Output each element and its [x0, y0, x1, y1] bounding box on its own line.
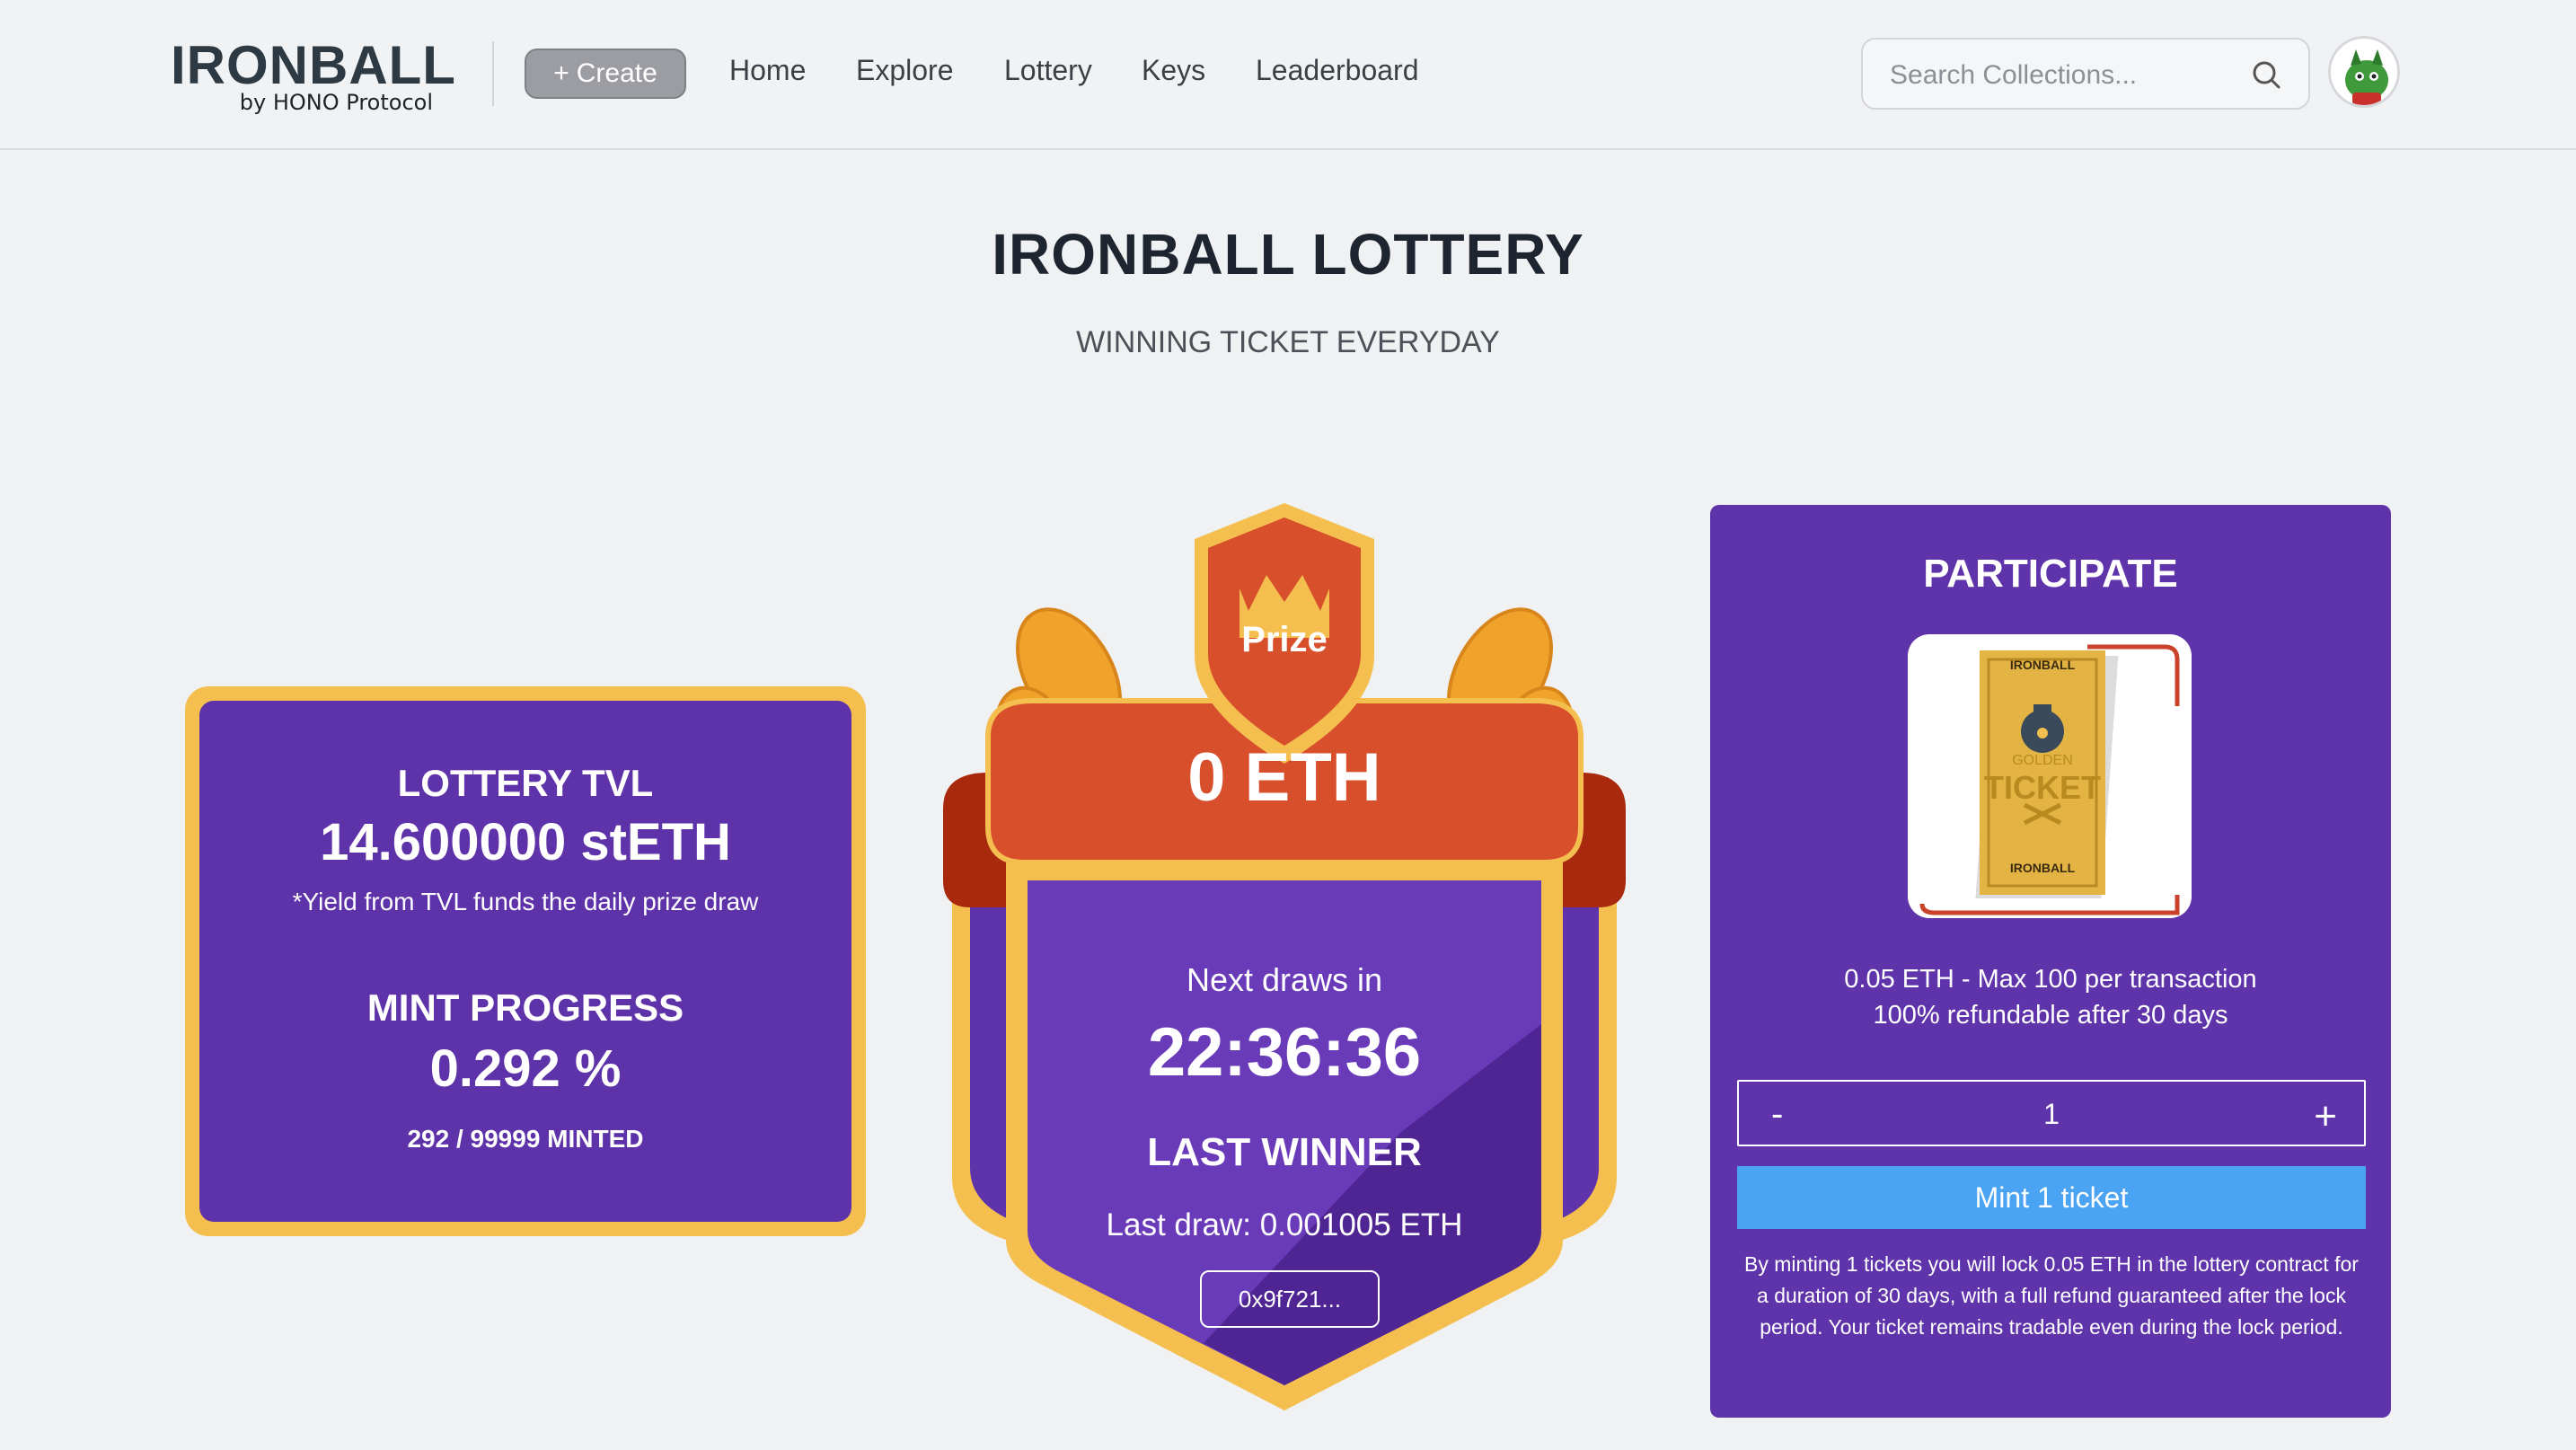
tvl-label: LOTTERY TVL	[397, 762, 654, 804]
prize-badge: Prize 0 ETH Next draws in 22:36:36 LAST …	[934, 503, 1635, 1419]
search-box	[1861, 38, 2310, 110]
page-title: IRONBALL LOTTERY	[992, 222, 1584, 287]
create-button[interactable]: + Create	[525, 49, 686, 99]
ticket-brand-bottom: IRONBALL	[2009, 861, 2076, 875]
logo-title: IRONBALL	[171, 35, 456, 95]
tvl-value: 14.600000 stETH	[320, 813, 731, 871]
last-winner-label: LAST WINNER	[1147, 1130, 1422, 1174]
nav-divider	[492, 41, 494, 106]
nav-link-leaderboard[interactable]: Leaderboard	[1256, 54, 1418, 87]
page-subtitle: WINNING TICKET EVERYDAY	[1076, 325, 1500, 359]
nav-link-home[interactable]: Home	[729, 54, 806, 87]
mint-ticket-button[interactable]: Mint 1 ticket	[1737, 1166, 2366, 1229]
increase-button[interactable]: +	[2314, 1094, 2337, 1139]
ticket-golden: GOLDEN	[2012, 753, 2073, 768]
next-draw-label: Next draws in	[1186, 961, 1383, 998]
user-avatar[interactable]	[2328, 36, 2400, 108]
participate-title: PARTICIPATE	[1923, 552, 2178, 596]
plus-icon: +	[553, 58, 569, 88]
draw-countdown: 22:36:36	[1147, 1014, 1422, 1091]
tvl-note: *Yield from TVL funds the daily prize dr…	[292, 888, 759, 915]
ironball-logo[interactable]: IRONBALL by HONO Protocol	[171, 34, 455, 119]
last-draw-amount: Last draw: 0.001005 ETH	[1106, 1207, 1463, 1242]
quantity-stepper: - 1 +	[1737, 1080, 2366, 1146]
nav-link-lottery[interactable]: Lottery	[1004, 54, 1092, 87]
nav-link-explore[interactable]: Explore	[856, 54, 954, 87]
top-navbar: IRONBALL by HONO Protocol + Create Home …	[0, 0, 2576, 150]
search-icon[interactable]	[2249, 57, 2285, 93]
mint-disclaimer: By minting 1 tickets you will lock 0.05 …	[1744, 1252, 2359, 1339]
golden-ticket-image: IRONBALL GOLDEN TICKET IRONBALL	[1908, 634, 2192, 918]
participate-panel: PARTICIPATE IRONBALL GOLDEN TICKET IRONB…	[1710, 505, 2391, 1418]
create-label: Create	[576, 58, 657, 88]
search-input[interactable]	[1890, 59, 2231, 92]
mint-progress-value: 0.292 %	[429, 1039, 622, 1098]
mint-progress-label: MINT PROGRESS	[366, 986, 684, 1029]
avatar-monster-icon	[2331, 39, 2397, 105]
price-line: 0.05 ETH - Max 100 per transaction	[1844, 965, 2257, 994]
tvl-card-inner: LOTTERY TVL 14.600000 stETH *Yield from …	[199, 701, 851, 1222]
prize-label: Prize	[1241, 620, 1328, 659]
quantity-value[interactable]: 1	[1739, 1098, 2364, 1131]
ticket-word: TICKET	[1984, 769, 2101, 806]
ticket-brand-top: IRONBALL	[2009, 658, 2076, 672]
winner-address-button[interactable]: 0x9f721...	[1200, 1270, 1380, 1328]
logo-subtitle: by HONO Protocol	[239, 90, 433, 115]
nav-link-keys[interactable]: Keys	[1142, 54, 1205, 87]
minted-count: 292 / 99999 MINTED	[407, 1125, 644, 1153]
lottery-tvl-card: LOTTERY TVL 14.600000 stETH *Yield from …	[185, 686, 866, 1236]
prize-amount: 0 ETH	[1187, 739, 1381, 816]
refund-line: 100% refundable after 30 days	[1873, 1001, 2228, 1030]
